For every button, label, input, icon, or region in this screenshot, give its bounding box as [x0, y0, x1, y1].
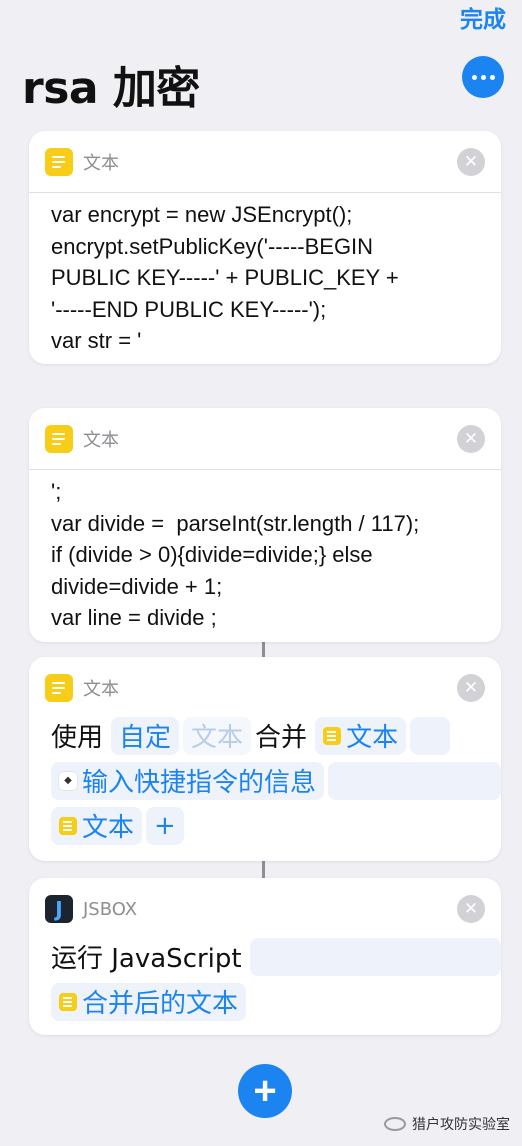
text-content[interactable]: var encrypt = new JSEncrypt(); encrypt.se…	[29, 193, 501, 357]
close-icon[interactable]: ✕	[457, 895, 485, 923]
text-action-card[interactable]: 文本 ✕ '; var divide = parseInt(str.length …	[29, 408, 501, 642]
page-title: rsa 加密	[22, 63, 200, 114]
shortcut-icon: ◆	[59, 771, 77, 790]
card-header: 文本 ✕	[29, 131, 501, 193]
more-options-button[interactable]	[462, 56, 504, 98]
custom-token[interactable]: 自定	[111, 716, 180, 755]
merge-row-1: 使用 自定 文本 合并 文本	[29, 713, 501, 758]
text-placeholder-token[interactable]: 文本	[183, 716, 252, 755]
close-icon[interactable]: ✕	[457, 674, 485, 702]
empty-token[interactable]	[249, 937, 501, 976]
wechat-icon	[384, 1117, 406, 1131]
use-label: 使用	[51, 723, 104, 753]
card-label: 文本	[83, 679, 119, 700]
close-icon[interactable]: ✕	[457, 425, 485, 453]
merge-row-3: 文本 +	[29, 803, 501, 848]
merged-text-token[interactable]: 合并后的文本	[51, 982, 247, 1021]
dot-icon	[471, 74, 477, 80]
text-icon	[45, 674, 73, 702]
shortcut-input-token[interactable]: ◆ 输入快捷指令的信息	[51, 761, 325, 800]
add-action-button[interactable]: +	[238, 1064, 292, 1118]
merge-row-2: ◆ 输入快捷指令的信息	[29, 758, 501, 803]
text-action-card[interactable]: 文本 ✕ var encrypt = new JSEncrypt(); encry…	[29, 131, 501, 364]
merge-text-card[interactable]: 文本 ✕ 使用 自定 文本 合并 文本 ◆ 输入快捷指令的信息 文本 +	[29, 657, 501, 861]
watermark: 猎户攻防实验室	[384, 1114, 510, 1134]
card-label: 文本	[83, 152, 119, 174]
card-label: 文本	[83, 429, 119, 451]
empty-token[interactable]	[410, 716, 451, 755]
text-variable-token[interactable]: 文本	[315, 716, 407, 755]
dot-icon	[480, 74, 486, 80]
card-label: JSBOX	[83, 898, 138, 920]
add-variable-button[interactable]: +	[146, 806, 184, 845]
text-icon	[59, 992, 77, 1011]
text-icon	[45, 424, 73, 453]
empty-token[interactable]	[328, 761, 501, 800]
jsbox-icon: J	[45, 895, 73, 923]
js-row-2: 合并后的文本	[29, 979, 501, 1024]
done-button[interactable]: 完成	[460, 0, 506, 34]
card-header: 文本 ✕	[29, 408, 501, 470]
text-icon	[45, 147, 73, 176]
text-icon	[323, 726, 342, 745]
close-icon[interactable]: ✕	[457, 148, 485, 176]
jsbox-action-card[interactable]: J JSBOX ✕ 运行 JavaScript 合并后的文本	[29, 878, 501, 1035]
text-icon	[59, 816, 77, 835]
js-row-1: 运行 JavaScript	[29, 934, 501, 979]
run-javascript-label: 运行 JavaScript	[51, 944, 242, 974]
merge-label: 合并	[255, 723, 308, 753]
card-header: J JSBOX ✕	[29, 878, 501, 940]
text-variable-token[interactable]: 文本	[51, 806, 143, 845]
card-header: 文本 ✕	[29, 657, 501, 719]
flow-connector	[262, 860, 265, 878]
text-content[interactable]: '; var divide = parseInt(str.length / 117…	[29, 470, 501, 634]
dot-icon	[489, 74, 495, 80]
flow-connector	[262, 640, 265, 658]
